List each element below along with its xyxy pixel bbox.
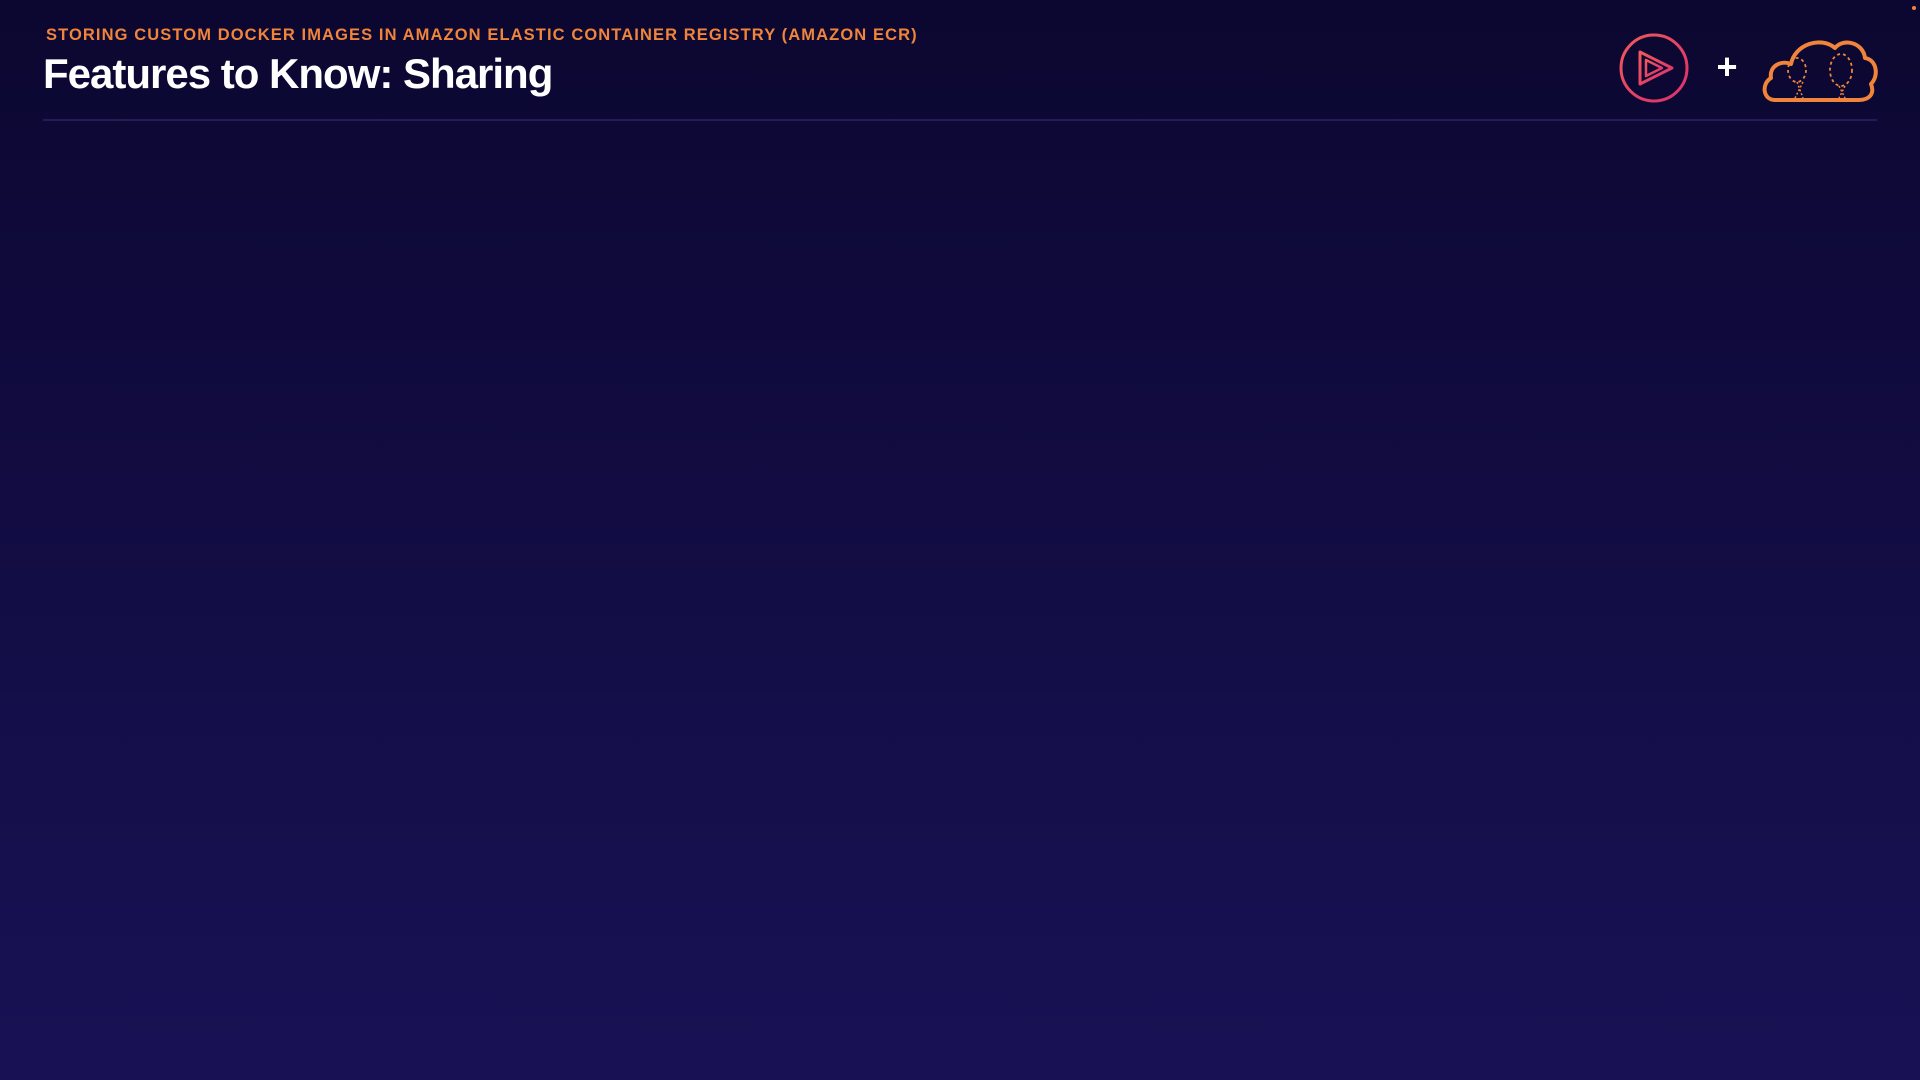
cloud-icon [1762,40,1878,102]
corner-dot [1912,6,1916,10]
plus-icon: + [1716,46,1738,87]
header-divider [43,119,1877,121]
slide-title: Features to Know: Sharing [43,50,553,97]
play-circle-icon [1619,33,1689,103]
slide: STORING CUSTOM DOCKER IMAGES IN AMAZON E… [0,0,1920,1080]
slide-subtitle: STORING CUSTOM DOCKER IMAGES IN AMAZON E… [46,26,918,44]
brand-logos: + [1618,28,1878,106]
